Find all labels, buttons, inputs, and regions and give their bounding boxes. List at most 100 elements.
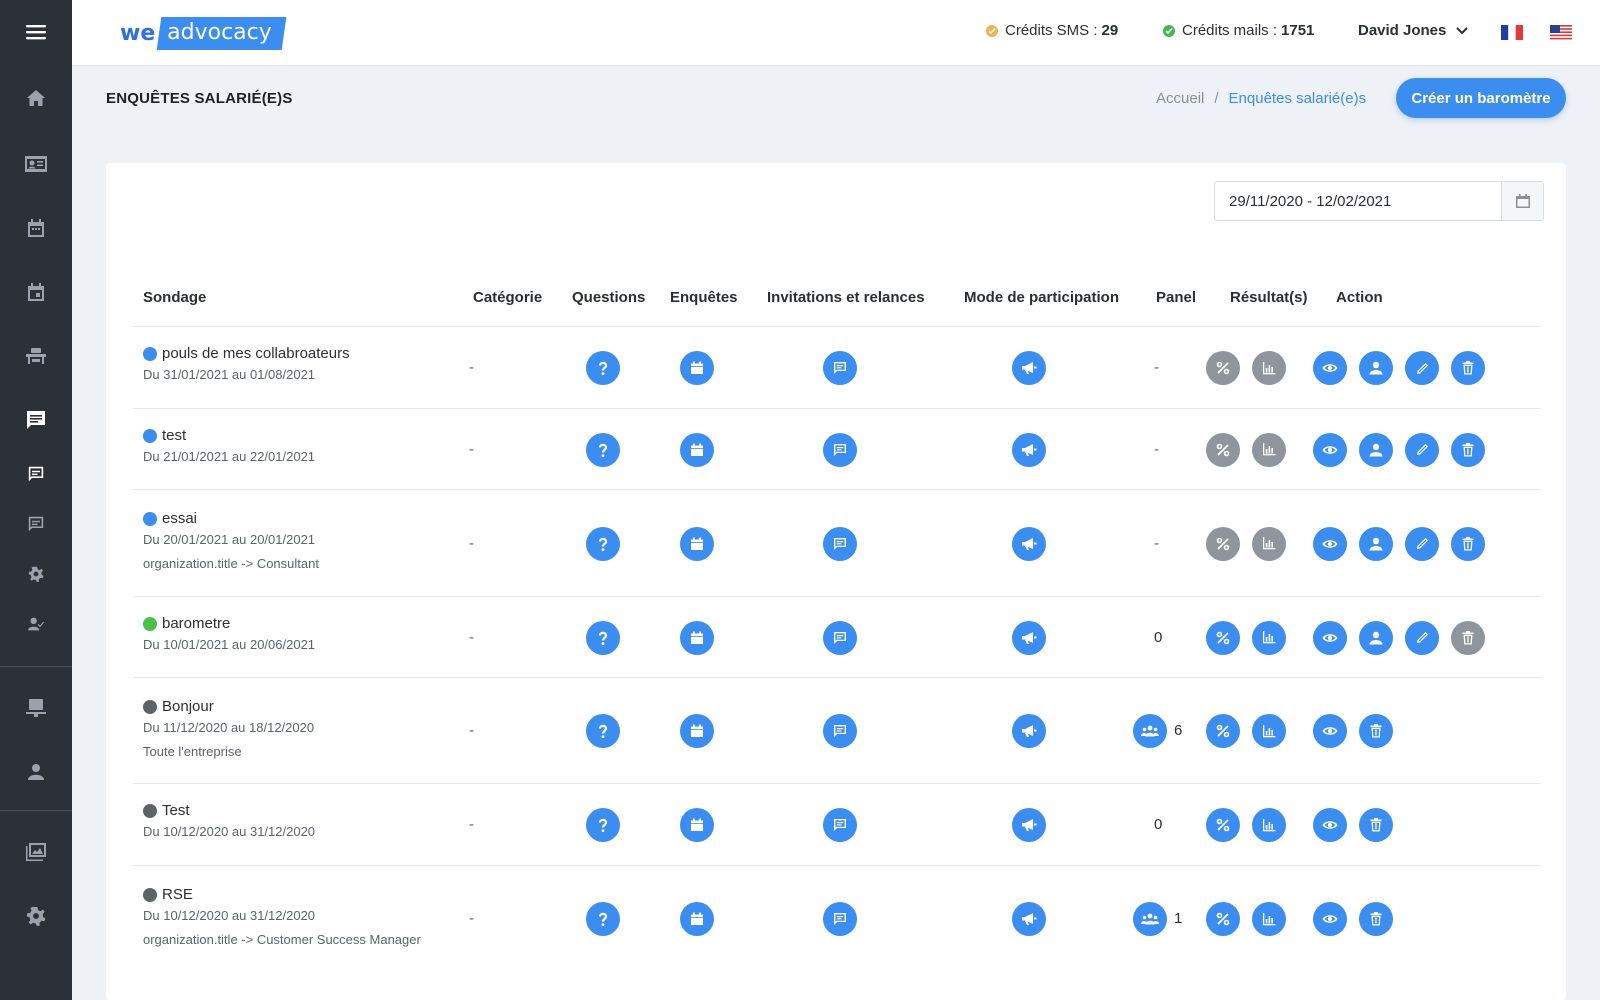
sidebar-item-events[interactable] [0,270,72,314]
sidebar-item-settings[interactable] [0,894,72,938]
sidebar-item-media[interactable] [0,830,72,874]
date-range-input[interactable]: 29/11/2020 - 12/02/2021 [1215,182,1501,220]
questions-button[interactable] [586,432,620,467]
sidebar-item-surveys[interactable] [0,398,72,442]
participation-mode-button[interactable] [1012,620,1046,655]
invitations-button[interactable] [823,351,857,385]
panel-button[interactable] [1133,902,1167,936]
edit-button[interactable] [1405,351,1439,385]
enquetes-button[interactable] [680,351,714,385]
participants-button[interactable] [1359,351,1393,385]
invitations-button[interactable] [823,620,857,655]
participants-button[interactable] [1359,432,1393,467]
results-percent-button[interactable] [1206,902,1240,936]
edit-button[interactable] [1405,526,1439,561]
results-chart-button[interactable] [1252,902,1286,936]
participation-mode-button[interactable] [1012,526,1046,561]
delete-button[interactable] [1359,714,1393,748]
results-chart-button[interactable] [1252,620,1286,655]
column-header-panel[interactable]: Panel [1156,289,1196,306]
questions-button[interactable] [586,526,620,561]
participation-mode-button[interactable] [1012,714,1046,748]
column-header-categorie[interactable]: Catégorie [473,289,542,306]
sidebar-item-calendar[interactable] [0,206,72,250]
view-button[interactable] [1313,902,1347,936]
calendar-button[interactable] [1501,182,1543,220]
delete-button[interactable] [1451,351,1485,385]
participants-button[interactable] [1359,620,1393,655]
column-header-resultats[interactable]: Résultat(s) [1230,289,1308,306]
sidebar-item-workspace[interactable] [0,334,72,378]
invitations-button[interactable] [823,808,857,842]
invitations-button[interactable] [823,714,857,748]
participation-mode-button[interactable] [1012,808,1046,842]
enquetes-button[interactable] [680,620,714,655]
participation-mode-button[interactable] [1012,432,1046,467]
view-button[interactable] [1313,808,1347,842]
sidebar-subitem-other-surveys[interactable] [0,502,72,546]
questions-button[interactable] [586,620,620,655]
results-percent-button[interactable] [1206,808,1240,842]
enquetes-button[interactable] [680,902,714,936]
delete-button[interactable] [1451,526,1485,561]
sidebar-item-devices[interactable] [0,686,72,730]
survey-name[interactable]: test [143,427,186,444]
survey-name[interactable]: Test [143,802,190,819]
results-percent-button[interactable] [1206,620,1240,655]
view-button[interactable] [1313,432,1347,467]
sidebar-subitem-settings[interactable] [0,552,72,596]
sidebar-subitem-participants[interactable] [0,602,72,646]
delete-button[interactable] [1359,808,1393,842]
enquetes-button[interactable] [680,714,714,748]
sidebar-item-home[interactable] [0,76,72,120]
delete-button[interactable] [1359,902,1393,936]
panel-button[interactable] [1133,714,1167,748]
column-header-sondage[interactable]: Sondage [143,289,206,306]
sidebar-item-profile[interactable] [0,750,72,794]
survey-name[interactable]: pouls de mes collabroateurs [143,345,350,362]
view-button[interactable] [1313,620,1347,655]
participation-mode-button[interactable] [1012,902,1046,936]
edit-button[interactable] [1405,620,1439,655]
survey-name[interactable]: RSE [143,886,193,903]
sidebar-subitem-employee-surveys[interactable] [0,452,72,496]
delete-button[interactable] [1451,432,1485,467]
results-chart-button[interactable] [1252,351,1286,385]
results-percent-button[interactable] [1206,526,1240,561]
results-chart-button[interactable] [1252,526,1286,561]
participation-mode-button[interactable] [1012,351,1046,385]
flag-fr-icon[interactable] [1501,25,1523,40]
column-header-action[interactable]: Action [1336,289,1383,306]
invitations-button[interactable] [823,432,857,467]
questions-button[interactable] [586,714,620,748]
survey-name[interactable]: barometre [143,615,230,632]
survey-name[interactable]: essai [143,510,197,527]
questions-button[interactable] [586,902,620,936]
questions-button[interactable] [586,351,620,385]
survey-name[interactable]: Bonjour [143,698,214,715]
user-menu[interactable]: David Jones [1358,22,1469,39]
column-header-mode[interactable]: Mode de participation [964,289,1119,306]
results-percent-button[interactable] [1206,432,1240,467]
results-chart-button[interactable] [1252,714,1286,748]
enquetes-button[interactable] [680,432,714,467]
view-button[interactable] [1313,351,1347,385]
sidebar-item-contacts[interactable] [0,142,72,186]
column-header-enquetes[interactable]: Enquêtes [670,289,738,306]
view-button[interactable] [1313,714,1347,748]
breadcrumb-current[interactable]: Enquêtes salarié(e)s [1229,90,1367,107]
column-header-questions[interactable]: Questions [572,289,645,306]
enquetes-button[interactable] [680,808,714,842]
logo[interactable]: we advocacy [120,14,287,52]
invitations-button[interactable] [823,902,857,936]
view-button[interactable] [1313,526,1347,561]
menu-button[interactable] [0,10,72,54]
results-chart-button[interactable] [1252,808,1286,842]
participants-button[interactable] [1359,526,1393,561]
breadcrumb-home[interactable]: Accueil [1156,90,1204,107]
results-percent-button[interactable] [1206,351,1240,385]
results-chart-button[interactable] [1252,432,1286,467]
questions-button[interactable] [586,808,620,842]
date-range-picker[interactable]: 29/11/2020 - 12/02/2021 [1214,181,1544,221]
results-percent-button[interactable] [1206,714,1240,748]
